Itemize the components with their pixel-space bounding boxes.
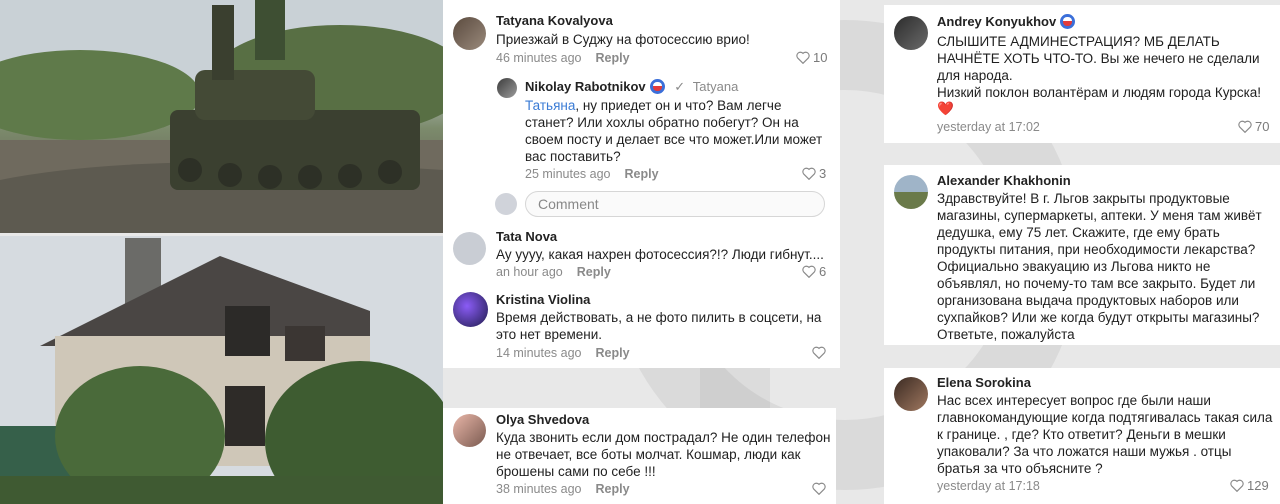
- like-button[interactable]: 10: [796, 50, 827, 65]
- avatar[interactable]: [894, 16, 928, 50]
- like-count: 129: [1247, 478, 1269, 493]
- comment-text: Время действовать, а не фото пилить в со…: [496, 310, 822, 342]
- reply-time: 25 minutes ago: [525, 167, 611, 181]
- reply-text: Татьяна, ну приедет он и что? Вам легче …: [525, 97, 830, 165]
- mention-link[interactable]: Татьяна: [525, 98, 575, 113]
- tank-photo-drawing: [0, 0, 443, 233]
- avatar[interactable]: [894, 175, 928, 209]
- comment-time: 14 minutes ago: [496, 346, 582, 360]
- heart-icon: [1238, 120, 1252, 134]
- comment-meta: an hour ago Reply: [496, 265, 611, 279]
- reply-button[interactable]: Reply: [595, 346, 629, 360]
- heart-icon: [802, 265, 816, 279]
- reply-button[interactable]: Reply: [577, 265, 611, 279]
- comment-author[interactable]: Kristina Violina: [496, 292, 590, 307]
- comment-author[interactable]: Elena Sorokina: [937, 375, 1031, 390]
- comment-text: Ау уууу, какая нахрен фотосессия?!? Люди…: [496, 247, 824, 262]
- verified-badge-icon: [649, 79, 665, 94]
- like-count: 70: [1255, 119, 1270, 134]
- comment-kristina-violina: Kristina Violina Время действовать, а не…: [443, 286, 840, 368]
- like-button[interactable]: [812, 346, 826, 360]
- comment-time: 46 minutes ago: [496, 51, 582, 65]
- like-count: 6: [819, 264, 827, 279]
- comment-author[interactable]: Olya Shvedova: [496, 412, 589, 427]
- like-count: 10: [813, 50, 828, 65]
- heart-icon: [1230, 479, 1244, 493]
- damaged-house-photo: [0, 236, 443, 504]
- reply-to-name: Tatyana: [692, 79, 739, 94]
- avatar[interactable]: [453, 232, 486, 265]
- comment-input[interactable]: Comment: [525, 191, 825, 217]
- like-button[interactable]: 129: [1230, 478, 1269, 493]
- comment-andrey-konyukhov: Andrey Konyukhov СЛЫШИТЕ АДМИНЕСТРАЦИЯ? …: [884, 5, 1280, 143]
- comment-time: 38 minutes ago: [496, 482, 582, 496]
- reply-button[interactable]: Reply: [624, 167, 658, 181]
- avatar[interactable]: [497, 78, 517, 98]
- user-avatar-placeholder-icon: [495, 193, 517, 215]
- reply-button[interactable]: Reply: [595, 51, 629, 65]
- comment-text: СЛЫШИТЕ АДМИНЕСТРАЦИЯ? МБ ДЕЛАТЬ НАЧНЁТЕ…: [937, 34, 1260, 83]
- reply-to-check-icon: ✓: [674, 79, 686, 94]
- like-button[interactable]: 70: [1238, 119, 1269, 134]
- avatar[interactable]: [453, 414, 486, 447]
- heart-icon: [796, 51, 810, 65]
- comment-meta: 38 minutes ago Reply: [496, 482, 630, 496]
- comment-author[interactable]: Alexander Khakhonin: [937, 173, 1071, 188]
- reply-author[interactable]: Nikolay Rabotnikov ✓ Tatyana: [525, 79, 738, 95]
- like-button[interactable]: 3: [802, 166, 826, 181]
- comment-text-2: Низкий поклон волантёрам и людям города …: [937, 85, 1262, 100]
- comment-text: Нас всех интересует вопрос где были наши…: [937, 393, 1273, 476]
- tank-photo: [0, 0, 443, 233]
- comment-author[interactable]: Tata Nova: [496, 229, 557, 244]
- heart-emoji-icon: ❤️: [937, 101, 954, 116]
- comment-thread-kovalyova: Tatyana Kovalyova Приезжай в Суджу на фо…: [443, 0, 840, 224]
- heart-icon: [802, 167, 816, 181]
- heart-icon: [812, 346, 826, 360]
- comment-meta: 14 minutes ago Reply: [496, 346, 630, 360]
- comment-text: Куда звонить если дом пострадал? Не один…: [496, 430, 831, 479]
- avatar[interactable]: [453, 17, 486, 50]
- comment-alexander-khakhonin: Alexander Khakhonin Здравствуйте! В г. Л…: [884, 165, 1280, 345]
- avatar[interactable]: [894, 377, 928, 411]
- house-photo-drawing: [0, 236, 443, 504]
- reply-author-name[interactable]: Nikolay Rabotnikov: [525, 79, 646, 94]
- comment-input-placeholder: Comment: [538, 196, 599, 212]
- comment-time: an hour ago: [496, 265, 563, 279]
- reply-meta: 25 minutes ago Reply: [525, 167, 659, 181]
- comment-time: yesterday at 17:18: [937, 479, 1040, 493]
- like-button[interactable]: 6: [802, 264, 826, 279]
- comment-author-name[interactable]: Andrey Konyukhov: [937, 14, 1056, 29]
- like-count: 3: [819, 166, 827, 181]
- comment-text: Здравствуйте! В г. Льгов закрыты продукт…: [937, 191, 1262, 342]
- comment-tata-nova: Tata Nova Ау уууу, какая нахрен фотосесс…: [443, 224, 840, 286]
- avatar[interactable]: [453, 292, 488, 327]
- comment-text: Приезжай в Суджу на фотосессию врио!: [496, 32, 750, 47]
- comment-meta: 46 minutes ago Reply: [496, 51, 630, 65]
- verified-badge-icon: [1060, 14, 1076, 29]
- comment-author[interactable]: Andrey Konyukhov: [937, 14, 1076, 29]
- comment-olya-shvedova: Olya Shvedova Куда звонить если дом пост…: [443, 408, 836, 504]
- like-button[interactable]: [812, 482, 826, 496]
- heart-icon: [812, 482, 826, 496]
- comment-author[interactable]: Tatyana Kovalyova: [496, 13, 613, 28]
- comment-time: yesterday at 17:02: [937, 120, 1040, 134]
- reply-button[interactable]: Reply: [595, 482, 629, 496]
- comment-elena-sorokina: Elena Sorokina Нас всех интересует вопро…: [884, 368, 1280, 504]
